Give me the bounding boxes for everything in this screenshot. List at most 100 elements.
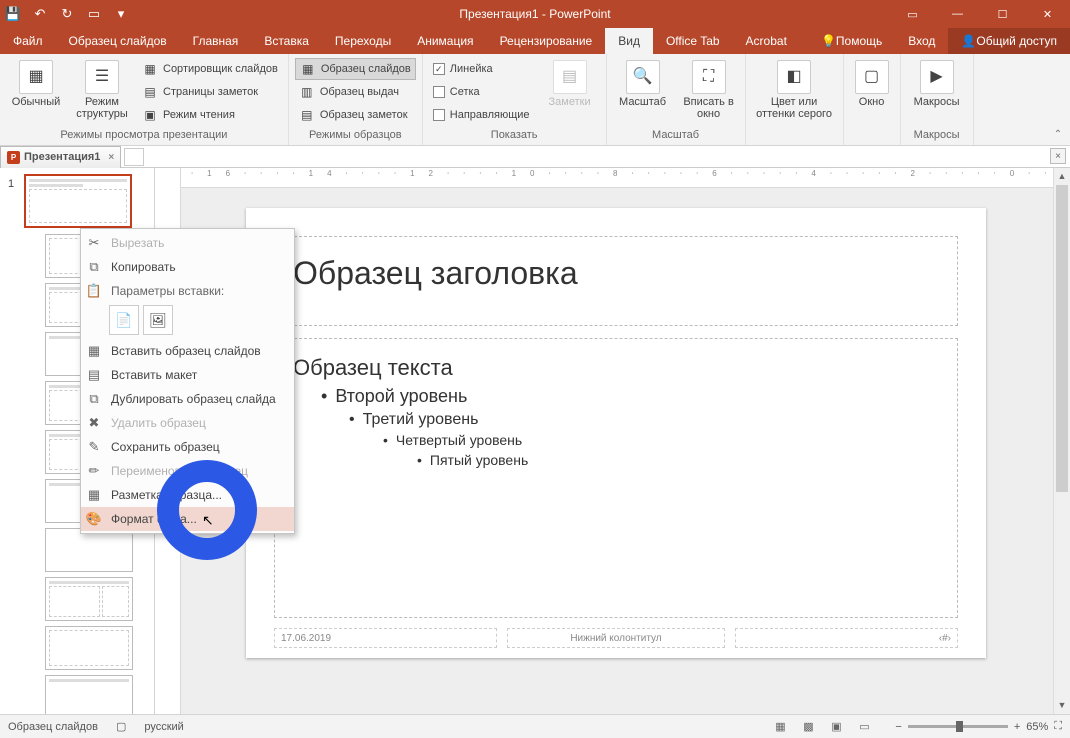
zoom-out-icon[interactable]: − xyxy=(895,721,901,733)
sorter-view-icon[interactable]: ▩ xyxy=(795,718,821,736)
group-zoom: Масштаб xyxy=(613,129,739,145)
slidenum-placeholder[interactable]: ‹#› xyxy=(735,628,958,648)
slideshow-view-icon[interactable]: ▭ xyxy=(851,718,877,736)
grid-checkbox[interactable]: Сетка xyxy=(429,81,534,103)
copy-icon: ⧉ xyxy=(85,258,103,276)
date-placeholder[interactable]: 17.06.2019 xyxy=(274,628,497,648)
format-background-icon: 🎨 xyxy=(85,510,103,528)
statusbar: Образец слайдов ▢ русский ▦ ▩ ▣ ▭ − + 65… xyxy=(0,714,1070,738)
layout-thumbnail[interactable] xyxy=(45,528,133,572)
group-color xyxy=(752,129,837,145)
color-grayscale-button[interactable]: ◧Цвет или оттенки серого xyxy=(752,58,837,120)
horizontal-ruler: ⸱16⸱⸱⸱⸱14⸱⸱⸱⸱12⸱⸱⸱⸱10⸱⸱⸱⸱8⸱⸱⸱⸱⸱6⸱⸱⸱⸱⸱4⸱⸱… xyxy=(181,168,1070,188)
zoom-in-icon[interactable]: + xyxy=(1014,721,1020,733)
save-icon[interactable]: 💾 xyxy=(0,1,26,27)
scroll-down-icon[interactable]: ▼ xyxy=(1054,697,1070,714)
notes-button: ▤Заметки xyxy=(540,58,600,108)
tellme[interactable]: 💡 Помощь xyxy=(808,28,895,54)
zoom-level[interactable]: 65% xyxy=(1026,721,1048,733)
handout-master-button[interactable]: ▥Образец выдач xyxy=(295,81,416,103)
ctx-format-background[interactable]: 🎨Формат фона... xyxy=(81,507,294,531)
sorter-view-button[interactable]: ▦Сортировщик слайдов xyxy=(138,58,282,80)
close-tab-icon[interactable]: × xyxy=(104,152,114,163)
notes-master-button[interactable]: ▤Образец заметок xyxy=(295,104,416,126)
tab-acrobat[interactable]: Acrobat xyxy=(733,28,800,54)
normal-view-button[interactable]: ▦Обычный xyxy=(6,58,66,108)
slide-canvas[interactable]: Образец заголовка Образец текста Второй … xyxy=(246,208,986,658)
ribbon-options-icon[interactable]: ▭ xyxy=(890,0,935,28)
group-master-views: Режимы образцов xyxy=(295,129,416,145)
paste-icon: 📋 xyxy=(85,282,103,300)
zoom-button[interactable]: 🔍Масштаб xyxy=(613,58,673,108)
ctx-paste-options-header: 📋Параметры вставки: xyxy=(81,279,294,303)
undo-icon[interactable]: ↶ xyxy=(27,1,53,27)
fit-icon[interactable]: ⛶ xyxy=(1054,720,1062,733)
layout-thumbnail[interactable] xyxy=(45,675,133,714)
status-mode: Образец слайдов xyxy=(8,721,98,733)
fit-window-button[interactable]: ⛶Вписать в окно xyxy=(679,58,739,120)
title-placeholder[interactable]: Образец заголовка xyxy=(274,236,958,326)
slide-master-button[interactable]: ▦Образец слайдов xyxy=(295,58,416,80)
zoom-control[interactable]: − + 65% ⛶ xyxy=(895,720,1062,733)
slide-number: 1 xyxy=(8,178,14,190)
share[interactable]: 👤 Общий доступ xyxy=(948,28,1070,54)
footer-placeholder[interactable]: Нижний колонтитул xyxy=(507,628,724,648)
tab-review[interactable]: Рецензирование xyxy=(487,28,606,54)
ctx-rename-master: ✏Переименовать образец xyxy=(81,459,294,483)
ctx-insert-layout[interactable]: ▤Вставить макет xyxy=(81,363,294,387)
window-button[interactable]: ▢Окно xyxy=(850,58,894,108)
paste-keep-format-icon[interactable]: 📄 xyxy=(109,305,139,335)
close-all-icon[interactable]: × xyxy=(1050,148,1066,164)
group-presentation-views: Режимы просмотра презентации xyxy=(6,129,282,145)
redo-icon[interactable]: ↻ xyxy=(54,1,80,27)
group-window xyxy=(850,129,894,145)
layout-thumbnail[interactable] xyxy=(45,626,133,670)
reading-view-icon[interactable]: ▣ xyxy=(823,718,849,736)
guides-checkbox[interactable]: Направляющие xyxy=(429,104,534,126)
ctx-insert-master[interactable]: ▦Вставить образец слайдов xyxy=(81,339,294,363)
notes-page-button[interactable]: ▤Страницы заметок xyxy=(138,81,282,103)
scroll-up-icon[interactable]: ▲ xyxy=(1054,168,1070,185)
layout-thumbnail[interactable] xyxy=(45,577,133,621)
ctx-copy[interactable]: ⧉Копировать xyxy=(81,255,294,279)
new-tab-button[interactable] xyxy=(124,148,144,166)
context-menu: ✂Вырезать ⧉Копировать 📋Параметры вставки… xyxy=(80,228,295,534)
touch-mode-icon[interactable]: ▾ xyxy=(108,1,134,27)
ctx-preserve-master[interactable]: ✎Сохранить образец xyxy=(81,435,294,459)
body-placeholder[interactable]: Образец текста Второй уровень Третий уро… xyxy=(274,338,958,618)
close-icon[interactable]: ✕ xyxy=(1025,0,1070,28)
spellcheck-icon[interactable]: ▢ xyxy=(116,720,126,733)
start-slideshow-icon[interactable]: ▭ xyxy=(81,1,107,27)
tab-view[interactable]: Вид xyxy=(605,28,653,54)
macros-button[interactable]: ▶Макросы xyxy=(907,58,967,108)
tab-slide-master[interactable]: Образец слайдов xyxy=(56,28,180,54)
tab-transitions[interactable]: Переходы xyxy=(322,28,404,54)
minimize-icon[interactable]: — xyxy=(935,0,980,28)
outline-view-button[interactable]: ☰Режим структуры xyxy=(72,58,132,120)
maximize-icon[interactable]: ☐ xyxy=(980,0,1025,28)
normal-view-icon[interactable]: ▦ xyxy=(767,718,793,736)
paste-picture-icon[interactable]: 🖼 xyxy=(143,305,173,335)
powerpoint-icon: P xyxy=(7,151,20,164)
tab-home[interactable]: Главная xyxy=(180,28,252,54)
reading-view-button[interactable]: ▣Режим чтения xyxy=(138,104,282,126)
ruler-checkbox[interactable]: ✓Линейка xyxy=(429,58,534,80)
ctx-master-layout[interactable]: ▦Разметка образца... xyxy=(81,483,294,507)
vertical-scrollbar[interactable]: ▲ ▼ xyxy=(1053,168,1070,714)
tab-officetab[interactable]: Office Tab xyxy=(653,28,733,54)
status-language[interactable]: русский xyxy=(144,721,183,733)
tab-insert[interactable]: Вставка xyxy=(251,28,322,54)
tab-file[interactable]: Файл xyxy=(0,28,56,54)
document-tab[interactable]: P Презентация1 × xyxy=(0,146,121,168)
master-thumbnail[interactable] xyxy=(24,174,132,228)
group-show: Показать xyxy=(429,129,600,145)
scroll-thumb[interactable] xyxy=(1056,185,1068,492)
collapse-ribbon-icon[interactable]: ⌃ xyxy=(1050,129,1066,143)
ctx-cut: ✂Вырезать xyxy=(81,231,294,255)
ctx-duplicate-master[interactable]: ⧉Дублировать образец слайда xyxy=(81,387,294,411)
cut-icon: ✂ xyxy=(85,234,103,252)
tab-animations[interactable]: Анимация xyxy=(404,28,486,54)
signin[interactable]: Вход xyxy=(895,28,948,54)
edit-pane: ⸱16⸱⸱⸱⸱14⸱⸱⸱⸱12⸱⸱⸱⸱10⸱⸱⸱⸱8⸱⸱⸱⸱⸱6⸱⸱⸱⸱⸱4⸱⸱… xyxy=(181,168,1070,714)
menubar: Файл Образец слайдов Главная Вставка Пер… xyxy=(0,28,1070,54)
